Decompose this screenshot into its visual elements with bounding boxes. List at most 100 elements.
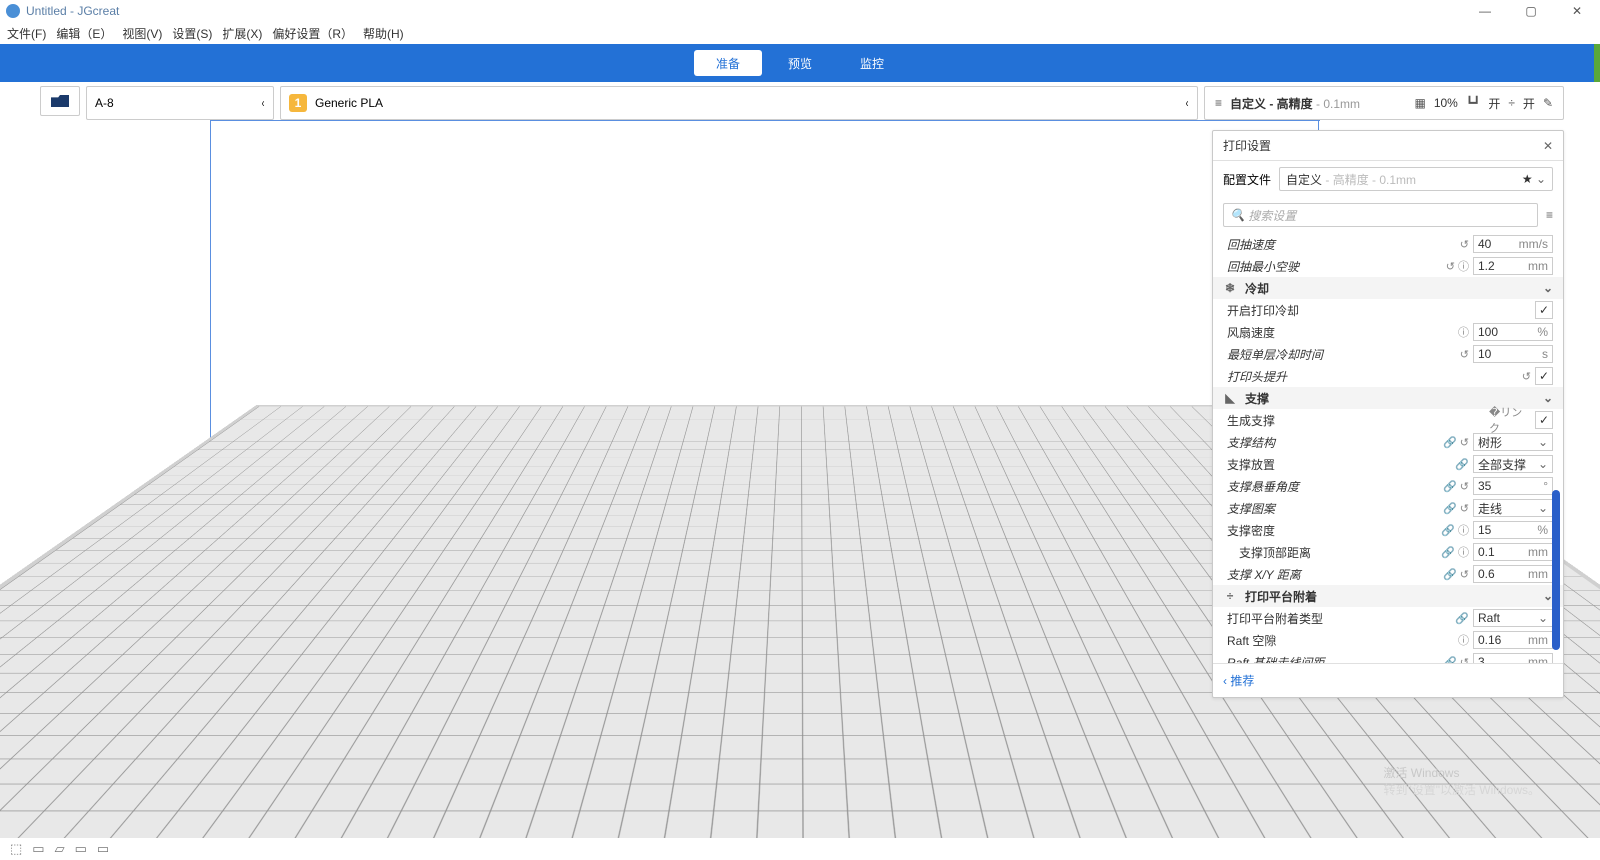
setting-label: 支撑悬垂角度: [1227, 478, 1423, 495]
menu-settings[interactable]: 设置(S): [169, 24, 215, 43]
menu-help[interactable]: 帮助(H): [360, 24, 407, 43]
setting-label: 开启打印冷却: [1227, 302, 1485, 319]
link-reset-icons[interactable]: 🔗 ↺: [1427, 480, 1469, 493]
recommend-link[interactable]: ‹ 推荐: [1223, 674, 1254, 688]
print-settings-panel: 打印设置 ✕ 配置文件 自定义 - 高精度 - 0.1mm ★ ⌄ 🔍 搜索设置…: [1212, 130, 1564, 698]
select-input[interactable]: 树形⌄: [1473, 433, 1553, 451]
print-profile-bar[interactable]: ≡ 自定义 - 高精度 - 0.1mm ▦ 10% ┗┛ 开 ÷ 开 ✎: [1204, 86, 1564, 120]
setting-label: 打印头提升: [1227, 368, 1485, 385]
setting-label: 回抽最小空驶: [1227, 258, 1423, 275]
menu-edit[interactable]: 编辑（E）: [53, 24, 115, 43]
reset-icon[interactable]: ↺: [1489, 370, 1531, 383]
app-logo-icon: [6, 4, 20, 18]
open-file-button[interactable]: [40, 86, 80, 116]
link-info-icons[interactable]: 🔗 ⓘ: [1427, 544, 1469, 560]
link-icon[interactable]: 🔗: [1427, 612, 1469, 625]
fan-icon: ❄: [1223, 281, 1237, 295]
select-input[interactable]: 全部支撑⌄: [1473, 455, 1553, 473]
adhesion-toggle: 开: [1523, 95, 1535, 112]
view-front-icon[interactable]: ▭: [32, 841, 44, 857]
close-button[interactable]: ✕: [1554, 0, 1600, 22]
support-icon: ◣: [1223, 391, 1237, 405]
select-input[interactable]: Raft⌄: [1473, 609, 1553, 627]
reset-info-icons[interactable]: ↺ ⓘ: [1427, 258, 1469, 274]
info-icon[interactable]: ⓘ: [1427, 324, 1469, 340]
material-name: Generic PLA: [315, 96, 383, 110]
chevron-left-icon: ‹: [1186, 96, 1189, 110]
checkbox[interactable]: ✓: [1535, 411, 1553, 429]
setting-label: 支撑图案: [1227, 500, 1423, 517]
infill-icon: ▦: [1414, 96, 1425, 110]
checkbox[interactable]: ✓: [1535, 367, 1553, 385]
value-input[interactable]: 15%: [1473, 521, 1553, 539]
link-reset-icons[interactable]: 🔗 ↺: [1427, 656, 1469, 664]
category-cooling[interactable]: ❄冷却⌄: [1213, 277, 1563, 299]
support-icon: ┗┛: [1466, 96, 1480, 110]
select-input[interactable]: 走线⌄: [1473, 499, 1553, 517]
link-reset-icons[interactable]: 🔗 ↺: [1427, 436, 1469, 449]
setting-label: 打印平台附着类型: [1227, 610, 1423, 627]
settings-menu-icon[interactable]: ≡: [1546, 208, 1553, 222]
checkbox[interactable]: ✓: [1535, 301, 1553, 319]
setting-label: 支撑结构: [1227, 434, 1423, 451]
marketplace-strip[interactable]: [1594, 44, 1600, 82]
search-input[interactable]: 🔍 搜索设置: [1223, 203, 1538, 227]
material-selector[interactable]: 1 Generic PLA ‹: [280, 86, 1198, 120]
minimize-button[interactable]: —: [1462, 0, 1508, 22]
close-icon[interactable]: ✕: [1543, 139, 1553, 153]
link-reset-icons[interactable]: 🔗 ↺: [1427, 568, 1469, 581]
value-input[interactable]: 100%: [1473, 323, 1553, 341]
edit-icon[interactable]: ✎: [1543, 96, 1553, 110]
value-input[interactable]: 40mm/s: [1473, 235, 1553, 253]
statusbar: ⬚ ▭ ▱ ▭ ▭: [0, 838, 1600, 860]
setting-label: 最短单层冷却时间: [1227, 346, 1423, 363]
value-input[interactable]: 10s: [1473, 345, 1553, 363]
link-icon[interactable]: �リンク: [1489, 404, 1531, 436]
search-icon: 🔍: [1230, 208, 1245, 222]
value-input[interactable]: 0.1mm: [1473, 543, 1553, 561]
value-input[interactable]: 1.2mm: [1473, 257, 1553, 275]
adhesion-icon: ÷: [1223, 589, 1237, 603]
tab-monitor[interactable]: 监控: [838, 50, 906, 76]
panel-footer: ‹ 推荐: [1213, 663, 1563, 697]
category-adhesion[interactable]: ÷打印平台附着⌄: [1213, 585, 1563, 607]
link-reset-icons[interactable]: 🔗 ↺: [1427, 502, 1469, 515]
tab-preview[interactable]: 预览: [766, 50, 834, 76]
printer-name: A-8: [95, 96, 114, 110]
view-3d-icon[interactable]: ⬚: [10, 841, 22, 857]
menubar: 文件(F) 编辑（E） 视图(V) 设置(S) 扩展(X) 偏好设置（R） 帮助…: [0, 22, 1600, 44]
menu-extensions[interactable]: 扩展(X): [219, 24, 265, 43]
settings-scrollbar[interactable]: [1552, 490, 1560, 650]
support-toggle: 开: [1488, 95, 1500, 112]
link-icon[interactable]: 🔗: [1427, 458, 1469, 471]
chevron-down-icon: ⌄: [1543, 391, 1553, 405]
search-placeholder: 搜索设置: [1248, 207, 1296, 224]
value-input[interactable]: 0.16mm: [1473, 631, 1553, 649]
menu-file[interactable]: 文件(F): [4, 24, 49, 43]
view-left-icon[interactable]: ▭: [75, 841, 87, 857]
titlebar: Untitled - JGcreat: [0, 0, 1600, 22]
maximize-button[interactable]: ▢: [1508, 0, 1554, 22]
menu-view[interactable]: 视图(V): [119, 24, 165, 43]
layers-icon: ≡: [1215, 96, 1222, 110]
value-input[interactable]: 0.6mm: [1473, 565, 1553, 583]
panel-header: 打印设置 ✕: [1213, 131, 1563, 161]
tab-prepare[interactable]: 准备: [694, 50, 762, 76]
info-icon[interactable]: ⓘ: [1427, 632, 1469, 648]
reset-icon[interactable]: ↺: [1427, 238, 1469, 251]
reset-icon[interactable]: ↺: [1427, 348, 1469, 361]
setting-label: Raft 基础走线间距: [1227, 654, 1423, 664]
view-right-icon[interactable]: ▭: [97, 841, 109, 857]
menu-preferences[interactable]: 偏好设置（R）: [269, 24, 356, 43]
printer-selector[interactable]: A-8 ‹: [86, 86, 274, 120]
window-controls: — ▢ ✕: [1462, 0, 1600, 22]
profile-label: 配置文件: [1223, 171, 1271, 188]
adhesion-icon: ÷: [1508, 96, 1515, 110]
chevron-down-icon: ⌄: [1543, 281, 1553, 295]
profile-select[interactable]: 自定义 - 高精度 - 0.1mm ★ ⌄: [1279, 167, 1553, 191]
build-volume-edge: [210, 120, 1320, 121]
link-info-icons[interactable]: 🔗 ⓘ: [1427, 522, 1469, 538]
view-top-icon[interactable]: ▱: [55, 841, 65, 857]
value-input[interactable]: 35°: [1473, 477, 1553, 495]
value-input[interactable]: 3mm: [1473, 653, 1553, 663]
